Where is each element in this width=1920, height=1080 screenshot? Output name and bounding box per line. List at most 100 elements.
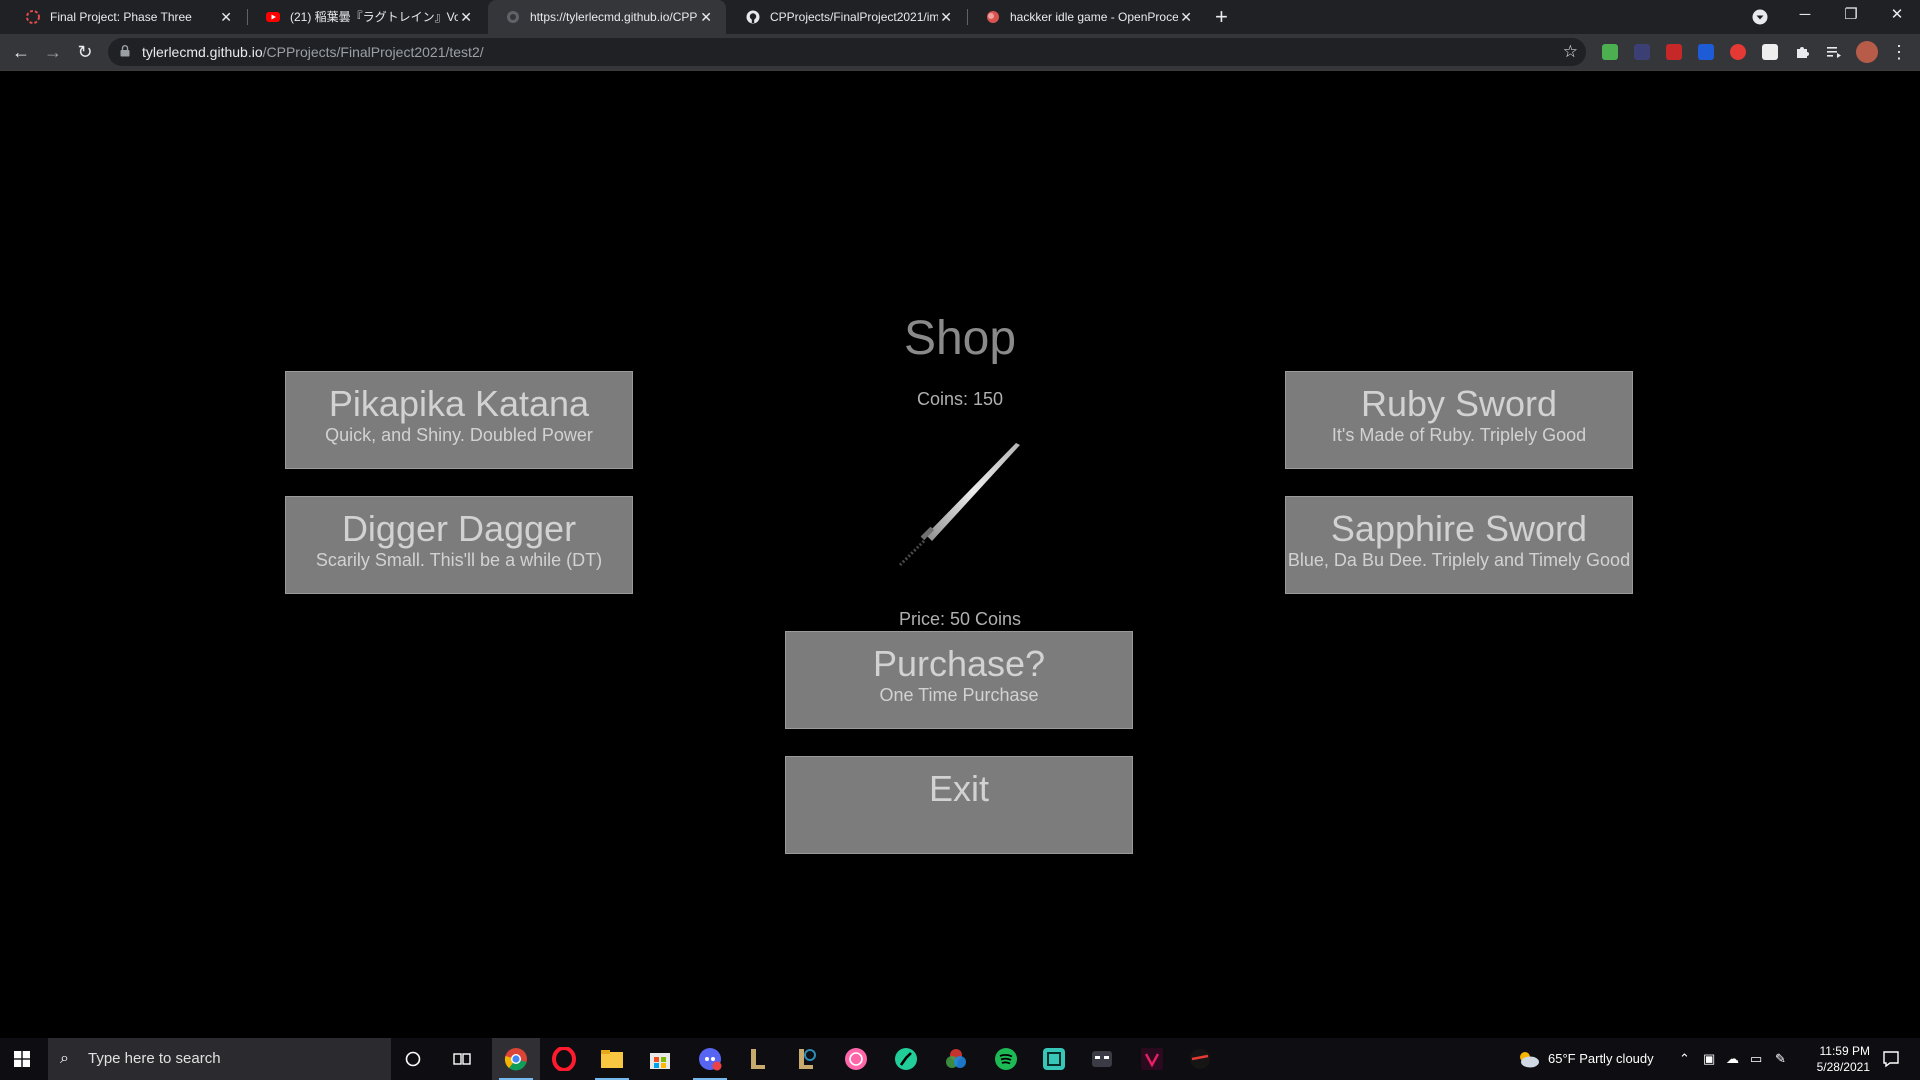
tab-game-page[interactable]: https://tylerlecmd.github.io/CPProjects/… [488,0,726,34]
exit-label: Exit [928,768,989,809]
restore-button[interactable]: ❐ [1831,0,1871,34]
microsoft-store-icon[interactable] [648,1047,672,1071]
game-app-icon[interactable] [1090,1047,1114,1071]
item-description: Blue, Da Bu Dee. Triplely and Timely Goo… [1287,550,1631,570]
close-tab-icon[interactable]: ✕ [1180,0,1192,34]
tab-title: Final Project: Phase Three [50,10,192,24]
exit-button[interactable]: Exit [785,756,1133,854]
extension-grid-icon[interactable] [1762,44,1778,60]
league-of-legends-icon[interactable] [794,1047,818,1071]
network-icon[interactable]: ▭ [1750,1038,1762,1080]
discord-icon[interactable] [698,1047,722,1071]
opera-icon[interactable] [552,1047,576,1071]
youtube-icon [266,12,280,22]
taskbar-search-box[interactable]: ⌕ Type here to search [48,1038,391,1080]
item-pikapika-katana-button[interactable]: Pikapika Katana Quick, and Shiny. Double… [285,371,633,469]
tab-github[interactable]: CPProjects/FinalProject2021/images ✕ [728,0,966,34]
weather-text[interactable]: 65°F Partly cloudy [1548,1038,1654,1080]
tab-youtube[interactable]: (21) 稲葉曇『ラグトレイン』Vo. 歌愛ユキ ✕ [248,0,486,34]
davinci-resolve-icon[interactable] [944,1047,968,1071]
extension-hand-icon[interactable] [1730,44,1746,60]
canvas-icon [26,10,40,24]
chrome-icon[interactable] [504,1047,528,1071]
purchase-label: Purchase? [872,643,1046,684]
brackets-editor-icon[interactable] [1042,1047,1066,1071]
address-bar[interactable]: tylerlecmd.github.io/CPProjects/FinalPro… [108,38,1586,66]
extension-b-icon[interactable] [1698,44,1714,60]
close-tab-icon[interactable]: ✕ [940,0,952,34]
close-tab-icon[interactable]: ✕ [460,0,472,34]
profile-download-icon[interactable] [1752,9,1768,25]
purchase-sublabel: One Time Purchase [879,685,1039,705]
close-tab-icon[interactable]: ✕ [700,0,712,34]
browser-tab-strip: Final Project: Phase Three ✕ (21) 稲葉曇『ラグ… [0,0,1920,34]
back-button[interactable]: ← [8,34,34,70]
tab-final-project[interactable]: Final Project: Phase Three ✕ [8,0,246,34]
windows-start-icon[interactable] [14,1051,30,1067]
osu-icon[interactable] [844,1047,868,1071]
coins-counter: Coins: 150 [916,389,1004,409]
tab-title: https://tylerlecmd.github.io/CPProjects/… [530,10,698,24]
item-description: It's Made of Ruby. Triplely Good [1331,425,1587,445]
onedrive-cloud-icon[interactable]: ☁ [1726,1038,1739,1080]
github-icon [746,10,760,24]
item-name: Pikapika Katana [328,383,590,424]
weather-partly-cloudy-icon[interactable] [1516,1049,1540,1069]
shop-title: Shop [903,312,1017,365]
robinhood-icon[interactable] [894,1047,918,1071]
profile-avatar[interactable] [1856,41,1878,63]
tab-openprocessing[interactable]: hackker idle game - OpenProcessing ✕ [968,0,1206,34]
media-queue-icon[interactable] [1826,44,1842,60]
file-explorer-icon[interactable] [600,1047,624,1071]
league-client-icon[interactable] [746,1047,770,1071]
extensions-puzzle-icon[interactable] [1794,44,1810,60]
lock-icon[interactable] [120,45,130,57]
katana-image [898,443,1020,567]
close-window-button[interactable]: ✕ [1877,0,1917,34]
bookmark-star-icon[interactable]: ☆ [1563,38,1578,66]
tab-title: CPProjects/FinalProject2021/images [770,10,938,24]
tab-title: (21) 稲葉曇『ラグトレイン』Vo. 歌愛ユキ [290,10,458,24]
close-tab-icon[interactable]: ✕ [220,0,232,34]
browser-toolbar: ← → ↻ tylerlecmd.github.io/CPProjects/Fi… [0,34,1920,71]
item-ruby-sword-button[interactable]: Ruby Sword It's Made of Ruby. Triplely G… [1285,371,1633,469]
cortana-icon[interactable] [405,1051,421,1067]
game-canvas: Shop Coins: 150 Pikapika Katana Quick, a… [0,71,1920,1038]
vegas-pro-icon[interactable] [1140,1047,1164,1071]
clock-time[interactable]: 11:59 PM [1800,1043,1870,1059]
pen-icon[interactable]: ✎ [1775,1038,1786,1080]
item-description: Quick, and Shiny. Doubled Power [325,425,593,445]
price-label: Price: 50 Coins [898,609,1022,629]
browser-menu-icon[interactable]: ⋮ [1890,34,1908,70]
openprocessing-icon [987,11,999,23]
clock-date[interactable]: 5/28/2021 [1800,1059,1870,1075]
purchase-button[interactable]: Purchase? One Time Purchase [785,631,1133,729]
tab-title: hackker idle game - OpenProcessing [1010,10,1178,24]
search-placeholder: Type here to search [88,1050,221,1067]
minimize-button[interactable]: ─ [1785,0,1825,34]
item-description: Scarily Small. This'll be a while (DT) [315,550,603,570]
item-name: Ruby Sword [1360,383,1558,424]
extension-image-icon[interactable] [1602,44,1618,60]
windows-taskbar: ⌕ Type here to search 65°F Partly cloudy… [0,1038,1920,1080]
chevron-up-icon[interactable]: ⌃ [1679,1038,1690,1080]
url-host: tylerlecmd.github.io [142,44,263,60]
item-name: Sapphire Sword [1330,508,1588,549]
item-sapphire-sword-button[interactable]: Sapphire Sword Blue, Da Bu Dee. Triplely… [1285,496,1633,594]
ninja-app-icon[interactable] [1188,1047,1212,1071]
extension-tampermonkey-icon[interactable] [1634,44,1650,60]
search-icon: ⌕ [60,1050,69,1067]
forward-button[interactable]: → [40,34,66,70]
url-text[interactable]: tylerlecmd.github.io/CPProjects/FinalPro… [142,38,484,66]
meet-now-icon[interactable]: ▣ [1703,1038,1715,1080]
reload-button[interactable]: ↻ [72,34,98,70]
extension-mail-icon[interactable] [1666,44,1682,60]
globe-icon [507,11,519,23]
task-view-icon[interactable] [453,1051,471,1067]
item-digger-dagger-button[interactable]: Digger Dagger Scarily Small. This'll be … [285,496,633,594]
url-path: /CPProjects/FinalProject2021/test2/ [262,44,484,60]
item-name: Digger Dagger [341,508,577,549]
notifications-icon[interactable] [1882,1050,1900,1068]
new-tab-button[interactable]: + [1215,0,1228,34]
spotify-icon[interactable] [994,1047,1018,1071]
